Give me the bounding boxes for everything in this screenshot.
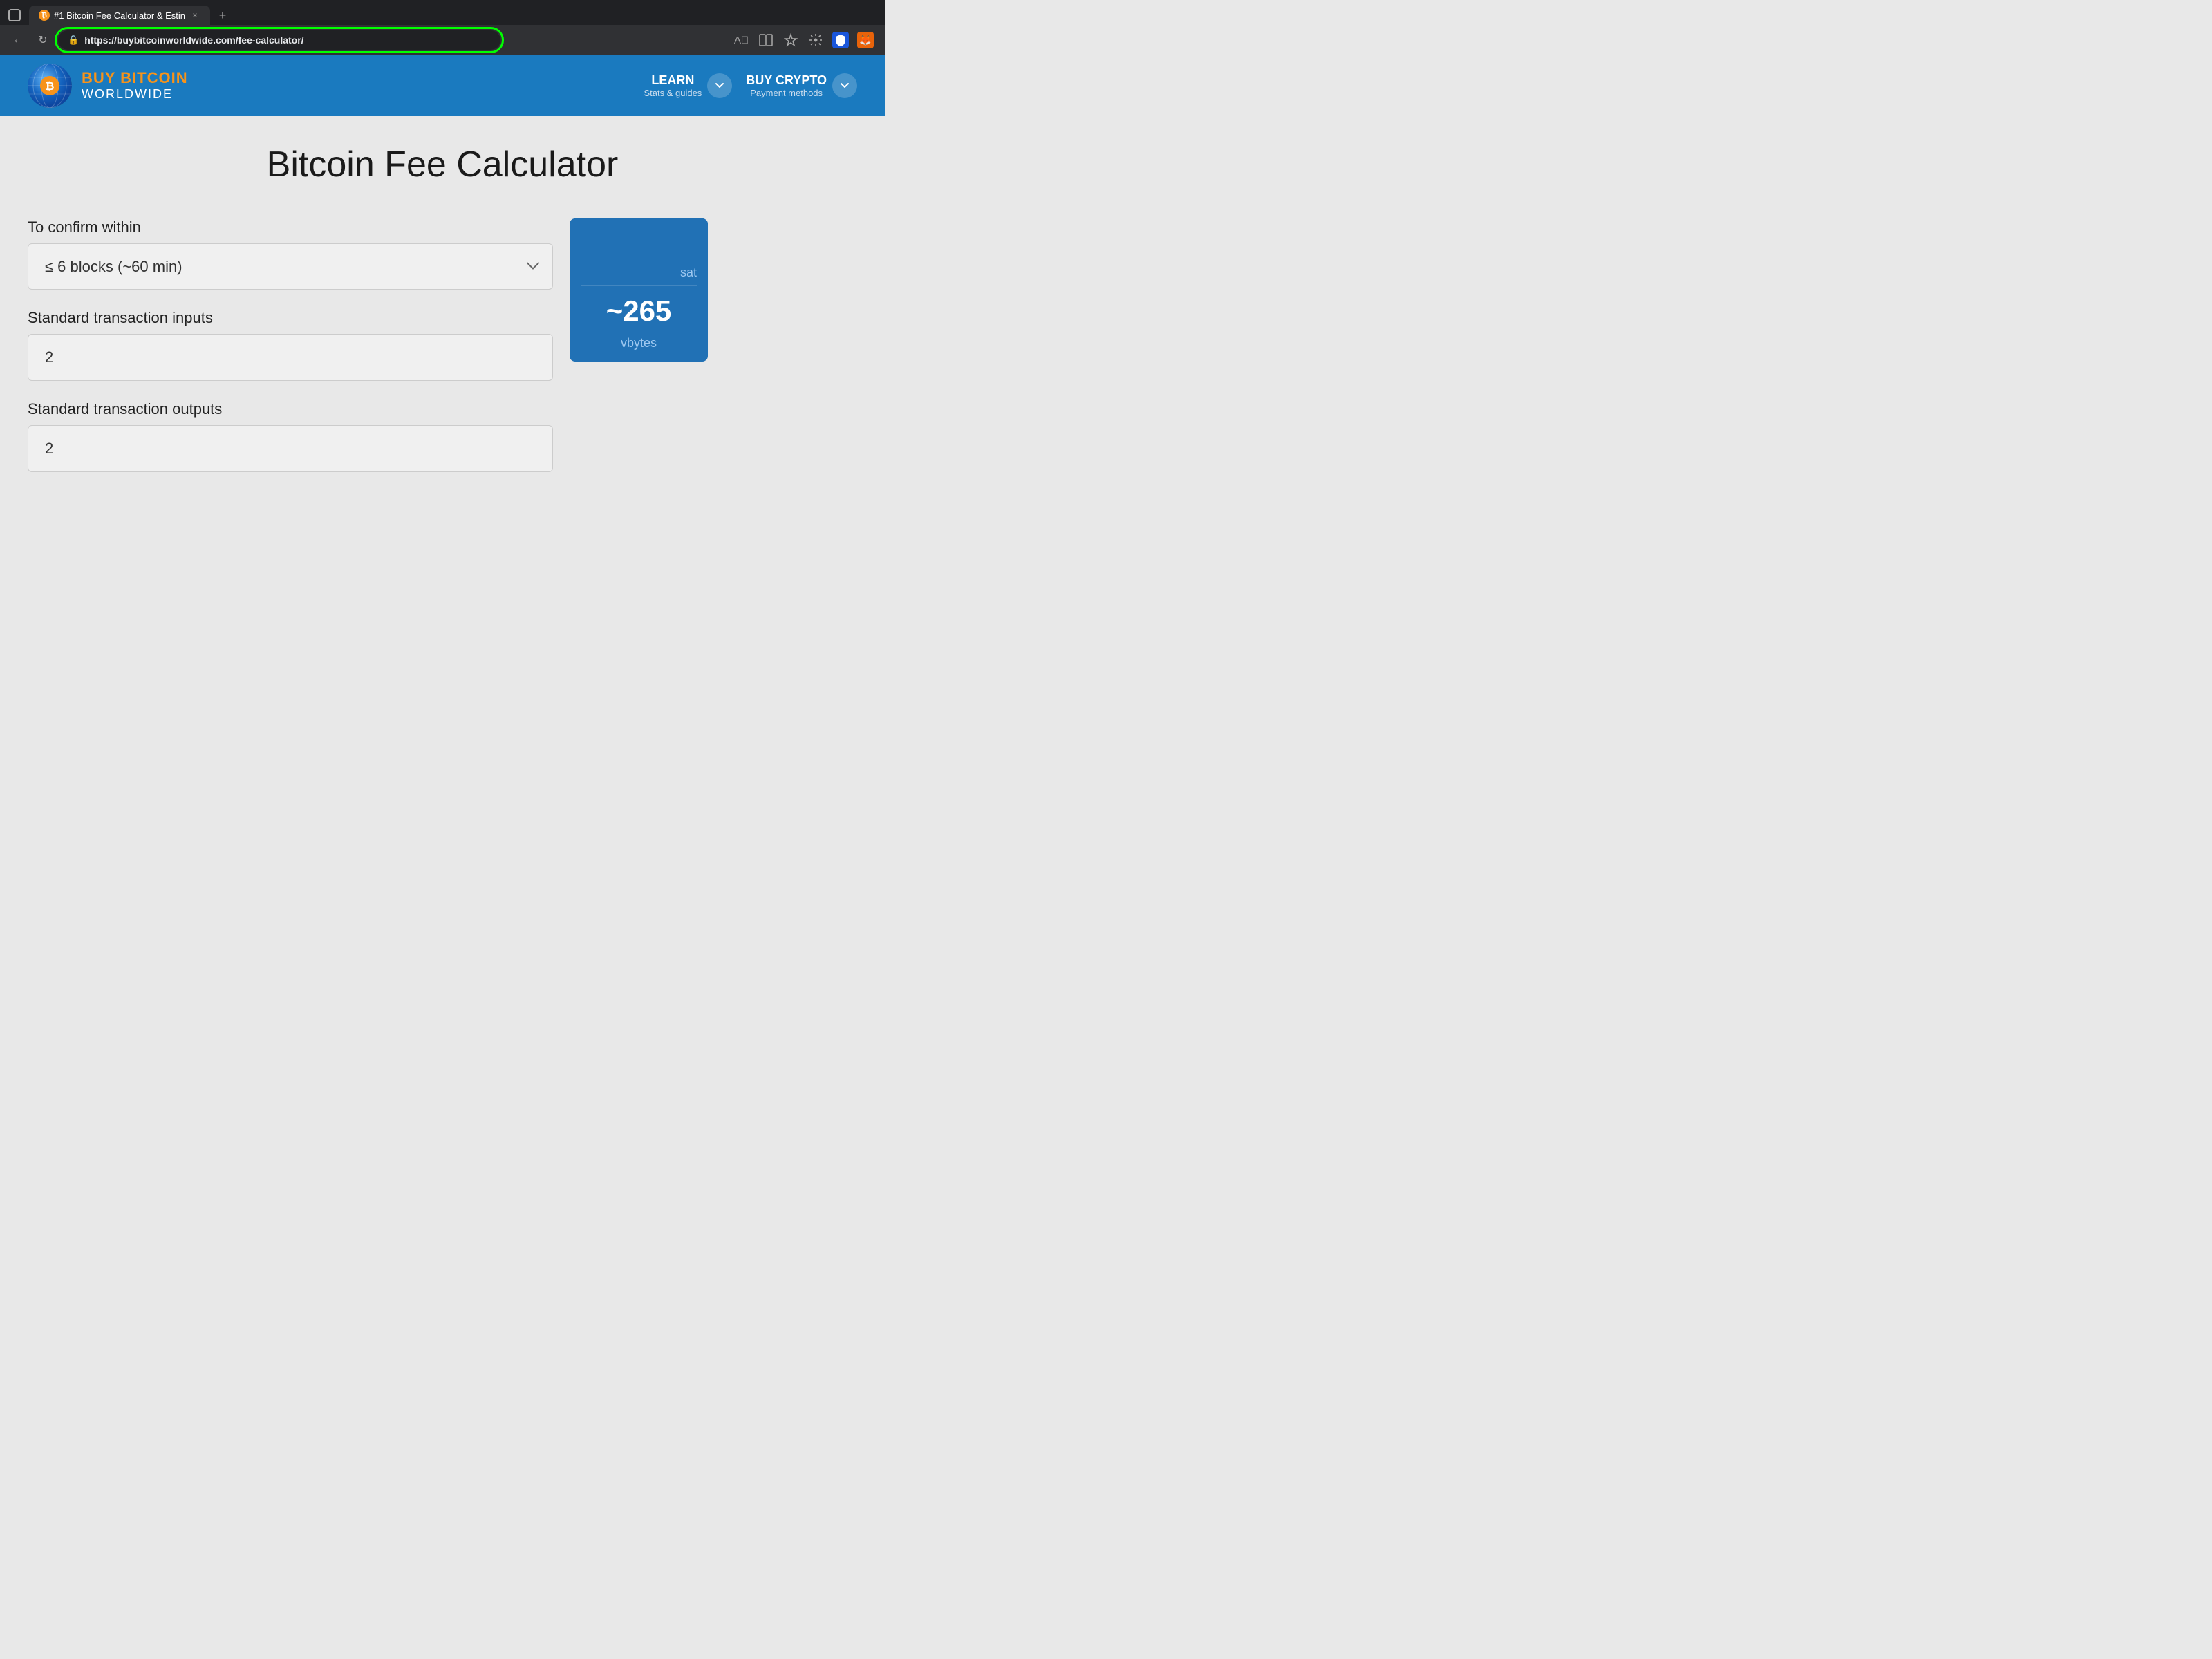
toolbar-icons: A⃣ [730, 29, 877, 51]
reload-button[interactable]: ↻ [33, 30, 53, 50]
extensions-button[interactable] [805, 29, 827, 51]
nav-buy-crypto-text: BUY CRYPTO Payment methods [746, 73, 827, 98]
inputs-group: Standard transaction inputs [28, 309, 553, 381]
new-tab-button[interactable]: + [213, 6, 232, 25]
read-aloud-button[interactable]: A⃣ [730, 29, 752, 51]
back-button[interactable]: ← [8, 30, 28, 50]
confirm-within-group: To confirm within ≤ 6 blocks (~60 min) ≤… [28, 218, 553, 290]
svg-text:₿: ₿ [45, 80, 54, 93]
buy-crypto-chevron[interactable] [832, 73, 857, 98]
url-scheme: https:// [84, 35, 117, 46]
window-control [8, 9, 21, 21]
result-panel-top [570, 218, 708, 252]
nav-buy-crypto-main: BUY CRYPTO [746, 73, 827, 88]
learn-chevron[interactable] [707, 73, 732, 98]
result-panel: sat ~265 vbytes [570, 218, 708, 362]
outputs-group: Standard transaction outputs [28, 400, 553, 472]
main-content: Bitcoin Fee Calculator To confirm within… [0, 116, 885, 600]
address-bar-row: ← ↻ 🔒 https://buybitcoinworldwide.com/fe… [0, 25, 885, 55]
page-title: Bitcoin Fee Calculator [28, 144, 857, 185]
sats-label: sat [570, 252, 708, 285]
calculator-layout: To confirm within ≤ 6 blocks (~60 min) ≤… [28, 218, 857, 491]
outputs-field[interactable] [28, 425, 553, 472]
url-text: https://buybitcoinworldwide.com/fee-calc… [84, 35, 303, 46]
confirm-within-select-wrapper: ≤ 6 blocks (~60 min) ≤ 3 blocks (~30 min… [28, 243, 553, 290]
lock-icon: 🔒 [68, 35, 79, 46]
nav-learn-text: LEARN Stats & guides [644, 73, 702, 98]
confirm-within-label: To confirm within [28, 218, 553, 236]
logo-worldwide: WORLDWIDE [82, 87, 188, 102]
logo-text: BUY BITCOIN WORLDWIDE [82, 70, 188, 101]
tab-close-button[interactable]: × [189, 10, 200, 21]
immersive-reader-button[interactable] [755, 29, 777, 51]
nav-learn-sub: Stats & guides [644, 88, 702, 98]
logo-area[interactable]: ₿ BUY BITCOIN WORLDWIDE [28, 64, 188, 108]
profile-button[interactable] [830, 29, 852, 51]
inputs-label: Standard transaction inputs [28, 309, 553, 327]
nav-learn[interactable]: LEARN Stats & guides [644, 73, 732, 98]
address-bar[interactable]: 🔒 https://buybitcoinworldwide.com/fee-ca… [58, 30, 500, 50]
tab-title: #1 Bitcoin Fee Calculator & Estin [54, 10, 185, 21]
svg-text:A⃣: A⃣ [734, 35, 748, 46]
nav-learn-main: LEARN [644, 73, 702, 88]
favorites-button[interactable] [780, 29, 802, 51]
tab-bar: ₿ #1 Bitcoin Fee Calculator & Estin × + [0, 6, 885, 25]
browser-chrome: ₿ #1 Bitcoin Fee Calculator & Estin × + … [0, 0, 885, 55]
confirm-within-select[interactable]: ≤ 6 blocks (~60 min) ≤ 3 blocks (~30 min… [28, 243, 553, 290]
fox-extension-button[interactable]: 🦊 [854, 29, 877, 51]
url-path: /fee-calculator/ [236, 35, 304, 46]
nav-buy-crypto-sub: Payment methods [746, 88, 827, 98]
logo-buy-bitcoin: BUY BITCOIN [82, 70, 188, 86]
active-tab[interactable]: ₿ #1 Bitcoin Fee Calculator & Estin × [29, 6, 210, 25]
calculator-form: To confirm within ≤ 6 blocks (~60 min) ≤… [28, 218, 553, 491]
inputs-field[interactable] [28, 334, 553, 381]
outputs-label: Standard transaction outputs [28, 400, 553, 418]
logo-globe: ₿ [28, 64, 72, 108]
site-navigation: ₿ BUY BITCOIN WORLDWIDE LEARN Stats & gu… [0, 55, 885, 116]
vbytes-unit: vbytes [570, 336, 708, 362]
nav-right: LEARN Stats & guides BUY CRYPTO Payment … [644, 73, 857, 98]
nav-buy-crypto[interactable]: BUY CRYPTO Payment methods [746, 73, 857, 98]
tab-favicon: ₿ [39, 10, 50, 21]
url-domain: buybitcoinworldwide.com [117, 35, 236, 46]
vbytes-value: ~265 [570, 286, 708, 336]
